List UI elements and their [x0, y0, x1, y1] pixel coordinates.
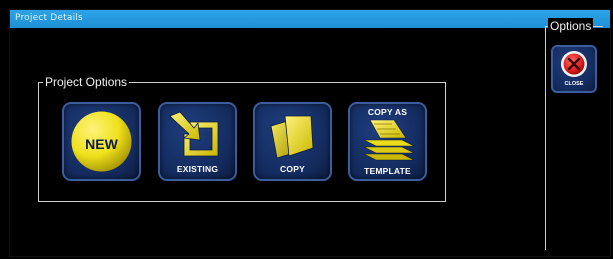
copy-label: COPY — [280, 164, 305, 174]
close-label: CLOSE — [564, 81, 584, 87]
window-title: Project Details — [15, 13, 83, 23]
existing-project-button[interactable]: EXISTING — [158, 102, 237, 181]
new-project-button[interactable]: NEW — [62, 102, 141, 181]
template-label: TEMPLATE — [364, 166, 411, 176]
existing-label: EXISTING — [176, 164, 219, 174]
copy-as-template-button[interactable]: COPY AS TEMPLATE — [348, 102, 427, 181]
project-options-legend: Project Options — [43, 74, 130, 90]
new-label: NEW — [85, 136, 118, 152]
copy-project-button[interactable]: COPY — [253, 102, 332, 181]
title-bar: Project Details — [10, 10, 610, 28]
options-legend: Options — [548, 18, 594, 34]
close-button[interactable]: CLOSE — [551, 45, 597, 93]
